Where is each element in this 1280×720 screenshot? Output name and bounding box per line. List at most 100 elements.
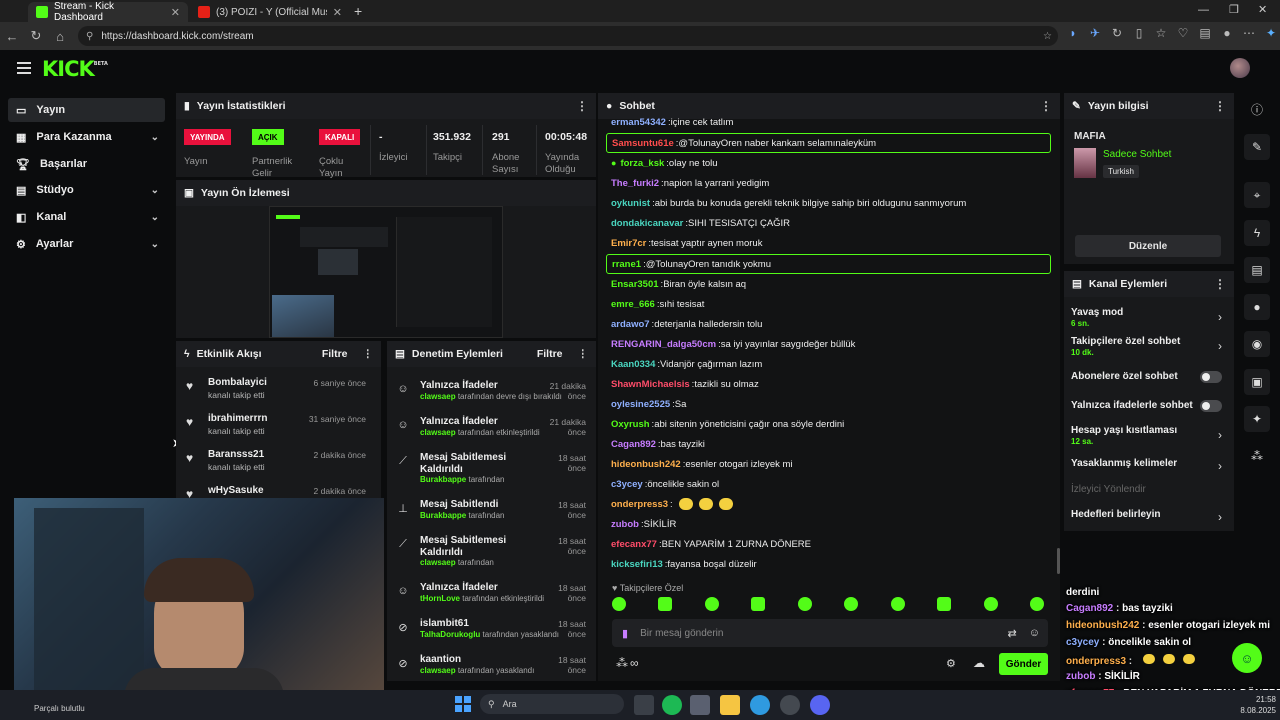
chat-username[interactable]: zubob bbox=[611, 519, 639, 530]
more-options-icon[interactable]: ⋮ bbox=[576, 99, 588, 113]
more-options-icon[interactable]: ⋮ bbox=[578, 348, 589, 360]
maximize-icon[interactable]: ❐ bbox=[1229, 3, 1239, 16]
chat-message[interactable]: c3ycey: öncelikle sakin ol bbox=[606, 475, 1051, 493]
chat-message[interactable]: Samsuntu61e: @TolunayOren naber kankam s… bbox=[606, 133, 1051, 153]
more-options-icon[interactable]: ⋮ bbox=[1214, 99, 1226, 113]
chat-message[interactable]: oykunist: abi burda bu konuda gerekli te… bbox=[606, 194, 1051, 212]
more-menu-icon[interactable]: ⋯ bbox=[1238, 26, 1260, 40]
extension-icon[interactable]: ◗ bbox=[1062, 26, 1084, 40]
split-screen-icon[interactable]: ▯ bbox=[1128, 26, 1150, 40]
emoji-picker-icon[interactable]: ☺ bbox=[1029, 627, 1040, 639]
minimize-icon[interactable]: — bbox=[1198, 4, 1209, 16]
chat-message[interactable]: ShawnMichaelsis: tazikli su olmaz bbox=[606, 375, 1051, 393]
more-options-icon[interactable]: ⋮ bbox=[1040, 99, 1052, 113]
chat-username[interactable]: erman54342 bbox=[611, 117, 666, 128]
sidebar-item-yayin[interactable]: ▭ Yayın bbox=[8, 98, 165, 122]
emote-icon[interactable] bbox=[612, 597, 626, 611]
chat-username[interactable]: Ensar3501 bbox=[611, 279, 659, 290]
sidebar-item-para-kazanma[interactable]: ▦ Para Kazanma ⌄ bbox=[8, 125, 165, 149]
info-icon[interactable]: ⓘ bbox=[1244, 96, 1270, 122]
windows-start-icon[interactable] bbox=[455, 696, 471, 712]
more-options-icon[interactable]: ⋮ bbox=[1214, 277, 1226, 291]
chat-settings-icon[interactable]: ⚙ bbox=[946, 657, 956, 670]
favorite-star-icon[interactable]: ☆ bbox=[1043, 31, 1052, 42]
reload-icon[interactable]: ↻ bbox=[24, 24, 48, 48]
pen-icon[interactable]: ✎ bbox=[1244, 134, 1270, 160]
chat-message[interactable]: dondakicanavar: SIHI TESISATÇI ÇAĞIR bbox=[606, 214, 1051, 232]
chat-message[interactable]: emre_666: sıhi tesisat bbox=[606, 295, 1051, 313]
browser-essentials-icon[interactable]: ♡ bbox=[1172, 26, 1194, 40]
subscribers-only-setting[interactable]: Abonelere özel sohbet bbox=[1064, 366, 1234, 394]
activity-filter-button[interactable]: Filtre bbox=[322, 348, 348, 360]
address-bar[interactable]: ⚲ https://dashboard.kick.com/stream ☆ bbox=[78, 26, 1058, 46]
list-item[interactable]: ⊥ Mesaj Sabitlendi Burakbappe tarafından… bbox=[387, 494, 596, 530]
chat-message[interactable]: kicksefiri13: fayansa boşal düzelir bbox=[606, 555, 1051, 573]
sidebar-item-basarilar[interactable]: 🏆︎ Başarılar bbox=[8, 152, 165, 176]
chat-username[interactable]: oykunist bbox=[611, 198, 650, 209]
edit-button[interactable]: Düzenle bbox=[1075, 235, 1221, 257]
emote-icon[interactable] bbox=[658, 597, 673, 611]
chat-username[interactable]: kicksefiri13 bbox=[611, 559, 663, 570]
chat-username[interactable]: ardawo7 bbox=[611, 319, 650, 330]
chat-message[interactable]: onderpress3: bbox=[606, 495, 1051, 513]
crosshair-icon[interactable]: ⌖ bbox=[1244, 182, 1270, 208]
chat-message[interactable]: efecanx77: BEN YAPARİM 1 ZURNA DÖNERE bbox=[606, 535, 1051, 553]
set-goals-setting[interactable]: Hedefleri belirleyin › bbox=[1064, 504, 1234, 532]
task-view-icon[interactable] bbox=[634, 695, 654, 715]
sidebar-item-studyo[interactable]: ▤ Stüdyo ⌄ bbox=[8, 178, 165, 202]
chat-message[interactable]: erman54342: içine cek tatlım bbox=[606, 113, 1051, 131]
file-explorer-icon[interactable] bbox=[720, 695, 740, 715]
chat-username[interactable]: hideonbush242 bbox=[611, 459, 681, 470]
followers-only-setting[interactable]: Takipçilere özel sohbet 10 dk. › bbox=[1064, 333, 1234, 361]
chat-message[interactable]: ardawo7: deterjanla halledersin tolu bbox=[606, 315, 1051, 333]
copilot-icon[interactable]: ✦ bbox=[1260, 26, 1280, 40]
kick-logo[interactable]: KICKBETA bbox=[42, 57, 108, 81]
chat-username[interactable]: RENGARIN_dalga50cm bbox=[611, 339, 716, 350]
discord-icon[interactable] bbox=[810, 695, 830, 715]
paint-icon[interactable]: ☁ bbox=[973, 656, 985, 670]
list-item[interactable]: ♥ Bombalayici kanalı takip etti 6 saniye… bbox=[176, 371, 376, 407]
tab-kick-dashboard[interactable]: Stream - Kick Dashboard ✕ bbox=[28, 1, 188, 23]
emote-icon[interactable] bbox=[890, 597, 905, 611]
chat-message[interactable]: Ensar3501: Biran öyle kalsın aq bbox=[606, 275, 1051, 293]
hamburger-menu-icon[interactable] bbox=[17, 62, 31, 74]
back-icon[interactable]: ← bbox=[0, 24, 24, 48]
emote-icon[interactable] bbox=[751, 597, 766, 611]
spotify-icon[interactable] bbox=[662, 695, 682, 715]
lightning-icon[interactable]: ϟ bbox=[1244, 220, 1270, 246]
chat-username[interactable]: The_furki2 bbox=[611, 178, 659, 189]
close-tab-icon[interactable]: ✕ bbox=[171, 6, 180, 19]
chat-bubble-icon[interactable]: ● bbox=[1244, 294, 1270, 320]
chat-message[interactable]: rrane1: @TolunayOren tanıdık yokmu bbox=[606, 254, 1051, 274]
chat-input[interactable]: ▮ Bir mesaj gönderin ⇄ ☺ bbox=[612, 619, 1048, 647]
chat-users-icon[interactable]: ⁂ bbox=[616, 656, 628, 670]
home-icon[interactable]: ⌂ bbox=[48, 24, 72, 48]
emote-icon[interactable] bbox=[937, 597, 952, 611]
favorites-icon[interactable]: ☆ bbox=[1150, 26, 1172, 40]
banned-words-setting[interactable]: Yasaklanmış kelimeler › bbox=[1064, 453, 1234, 481]
chat-message[interactable]: RENGARIN_dalga50cm: sa iyi yayınlar sayg… bbox=[606, 335, 1051, 353]
chat-username[interactable]: dondakicanavar bbox=[611, 218, 683, 229]
chat-message[interactable]: Cagan892: bas tayziki bbox=[606, 435, 1051, 453]
chat-username[interactable]: efecanx77 bbox=[611, 539, 657, 550]
emote-only-toggle[interactable] bbox=[1200, 400, 1222, 412]
chat-username[interactable]: Emir7cr bbox=[611, 238, 646, 249]
floating-chat-icon[interactable]: ☺ bbox=[1232, 643, 1262, 673]
list-item[interactable]: ☺ Yalnızca İfadeler clawsaep tarafından … bbox=[387, 375, 596, 411]
emote-icon[interactable] bbox=[1029, 597, 1044, 611]
infinity-icon[interactable]: ∞ bbox=[630, 656, 639, 670]
chat-username[interactable]: onderpress3 bbox=[611, 499, 668, 510]
edge-icon[interactable] bbox=[750, 695, 770, 715]
chat-message[interactable]: Kaan0334: Vidanjör çağırman lazım bbox=[606, 355, 1051, 373]
list-item[interactable]: ♥ Baransss21 kanalı takip etti 2 dakika … bbox=[176, 443, 376, 479]
collections-icon[interactable]: ▤ bbox=[1194, 26, 1216, 40]
chat-username[interactable]: Samsuntu61e bbox=[612, 138, 674, 149]
chat-username[interactable]: ShawnMichaelsis bbox=[611, 379, 690, 390]
layout-icon[interactable]: ▣ bbox=[1244, 369, 1270, 395]
chat-username[interactable]: Oxyrush bbox=[611, 419, 650, 430]
emote-icon[interactable] bbox=[704, 597, 719, 611]
emote-only-setting[interactable]: Yalnızca ifadelerle sohbet bbox=[1064, 395, 1234, 423]
avatar[interactable] bbox=[1230, 58, 1250, 78]
app-icon[interactable] bbox=[690, 695, 710, 715]
site-info-icon[interactable]: ⚲ bbox=[86, 31, 93, 42]
